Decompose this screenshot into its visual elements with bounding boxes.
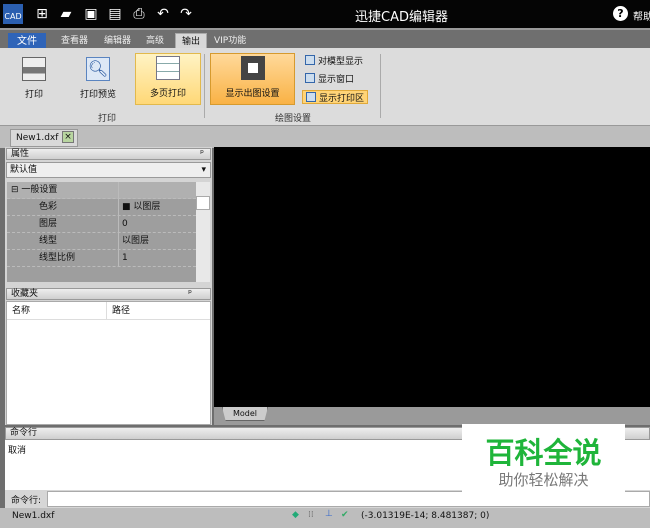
command-prompt: 命令行: [11,495,42,506]
dropdown-value: 默认值 [10,165,38,175]
multi-page-print-button[interactable]: 多页打印 [135,53,201,105]
print-button[interactable]: 打印 [10,53,58,105]
section-label: 一般设置 [21,185,58,195]
model-icon [305,55,315,65]
table-row[interactable]: 线型比例 1 [7,250,196,267]
show-window-button[interactable]: 显示窗口 [302,71,357,85]
app-logo: CAD [3,4,23,24]
favorites-list: 名称 路径 [6,301,211,425]
column-path[interactable]: 路径 [107,302,130,319]
window-icon [305,73,315,83]
tab-model[interactable]: Model [222,407,269,421]
section-row[interactable]: ⊟ 一般设置 [7,182,196,199]
snap-icon[interactable]: ◆ [292,510,299,520]
scrollbar[interactable] [196,182,210,282]
ribbon: 打印 🔍︎ 打印预览 多页打印 打印 显示出图设置 对模型显示 显示窗口 显示打… [0,48,650,126]
properties-header: 属性 ᵖ [6,148,211,160]
printer-icon [22,57,46,81]
property-grid: ⊟ 一般设置 色彩 ■ 以图层 图层 0 线型 以图层 线型比例 1 [7,182,196,282]
polar-icon[interactable]: ✔ [341,510,349,520]
prop-key: 线型 [7,233,119,249]
print-area-icon [306,92,316,102]
show-print-area-label: 显示打印区 [319,93,365,104]
show-window-label: 显示窗口 [318,74,355,85]
table-row[interactable]: 图层 0 [7,216,196,233]
prop-value: 以图层 [133,202,161,212]
pin-icon[interactable]: ᵖ [200,149,204,160]
help-label[interactable]: 帮助 [633,8,650,23]
prop-key: 色彩 [7,199,119,215]
open-folder-icon[interactable]: ▰ [57,5,75,23]
screen-icon [240,56,265,80]
document-tabs: New1.dxf × [0,126,650,148]
close-icon[interactable]: × [62,131,74,143]
group-plot-label: 绘图设置 [275,114,312,124]
save-icon[interactable]: ▣ [82,5,100,23]
status-file: New1.dxf [12,511,55,521]
properties-title: 属性 [11,149,30,159]
separator [380,54,381,118]
undo-icon[interactable]: ↶ [154,5,172,23]
chevron-down-icon: ▾ [201,165,206,175]
model-display-label: 对模型显示 [318,56,364,67]
prop-value: 0 [122,219,128,229]
prop-key: 图层 [7,216,119,232]
magnifier-icon: 🔍︎ [86,57,110,81]
print-icon[interactable]: ⎙ [130,5,148,23]
app-title: 迅捷CAD编辑器 [355,10,448,25]
grid-icon[interactable]: ⁞⁞ [308,510,314,520]
column-name[interactable]: 名称 [7,302,107,319]
command-title: 命令行 [10,428,38,438]
prop-value: 1 [122,253,128,263]
watermark-title: 百科全说 [485,436,602,470]
layout-tabs: Model [214,407,650,425]
status-bar: New1.dxf ◆ ⁞⁞ ⊥ ✔ (-3.01319E-14; 8.48138… [0,508,650,528]
title-bar: CAD ⊞ ▰ ▣ ▤ ⎙ ↶ ↷ 迅捷CAD编辑器 ? 帮助 [0,0,650,28]
multi-page-icon [156,56,180,80]
print-label: 打印 [24,90,43,100]
drawing-canvas[interactable] [214,147,650,407]
show-plot-settings-label: 显示出图设置 [225,89,280,99]
multi-print-label: 多页打印 [149,89,186,99]
scroll-thumb[interactable] [196,196,210,210]
menu-tabs: 文件 查看器 编辑器 高级 输出 VIP功能 [0,28,650,50]
separator [204,54,205,118]
pin-icon[interactable]: ᵖ [188,289,192,300]
table-row[interactable]: 色彩 ■ 以图层 [7,199,196,216]
color-swatch: ■ [122,202,134,212]
show-plot-settings-button[interactable]: 显示出图设置 [210,53,295,105]
print-preview-button[interactable]: 🔍︎ 打印预览 [70,53,126,105]
prop-value: 以图层 [122,236,150,246]
favorites-title: 收藏夹 [11,289,39,299]
watermark: 百科全说 助你轻松解决 [462,424,625,502]
watermark-subtitle: 助你轻松解决 [498,471,589,489]
show-print-area-button[interactable]: 显示打印区 [302,90,369,104]
coordinates: (-3.01319E-14; 8.481387; 0) [361,511,490,521]
print-preview-label: 打印预览 [79,90,116,100]
save-as-icon[interactable]: ▤ [106,5,124,23]
ortho-icon[interactable]: ⊥ [325,509,333,519]
new-icon[interactable]: ⊞ [33,5,51,23]
group-print-label: 打印 [98,114,117,124]
help-icon[interactable]: ? [613,6,628,21]
properties-dropdown[interactable]: 默认值 ▾ [6,162,211,178]
model-display-button[interactable]: 对模型显示 [302,53,366,67]
redo-icon[interactable]: ↷ [177,5,195,23]
table-row[interactable]: 线型 以图层 [7,233,196,250]
favorites-header: 收藏夹 ᵖ [6,288,211,300]
prop-key: 线型比例 [7,250,119,266]
command-output-text: 取消 [8,446,27,456]
